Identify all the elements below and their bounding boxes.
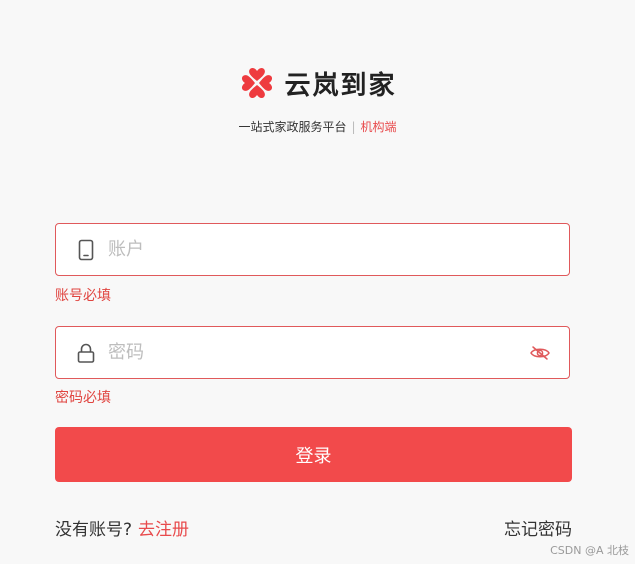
tagline-role: 机构端 (360, 120, 397, 134)
password-field[interactable] (55, 326, 570, 379)
register-link[interactable]: 去注册 (138, 520, 189, 540)
lock-icon (76, 342, 96, 364)
clover-heart-logo-icon (238, 64, 276, 102)
forgot-password-link[interactable]: 忘记密码 (504, 515, 572, 540)
password-input[interactable] (106, 326, 529, 379)
login-button[interactable]: 登录 (55, 427, 572, 482)
no-account-text: 没有账号? (55, 520, 133, 540)
account-error: 账号必填 (55, 288, 111, 304)
tagline-text: 一站式家政服务平台 (238, 120, 347, 134)
tagline-separator: | (351, 120, 356, 134)
brand-name: 云岚到家 (284, 70, 397, 101)
brand-header: 云岚到家 (0, 64, 635, 102)
register-prompt: 没有账号? 去注册 (55, 515, 189, 540)
phone-icon (76, 239, 96, 261)
password-error: 密码必填 (55, 390, 111, 406)
account-input[interactable] (106, 223, 569, 276)
tagline: 一站式家政服务平台 | 机构端 (0, 118, 635, 135)
account-field[interactable] (55, 223, 570, 276)
watermark: CSDN @A 北枝 (550, 544, 629, 557)
eye-off-icon[interactable] (529, 344, 551, 362)
